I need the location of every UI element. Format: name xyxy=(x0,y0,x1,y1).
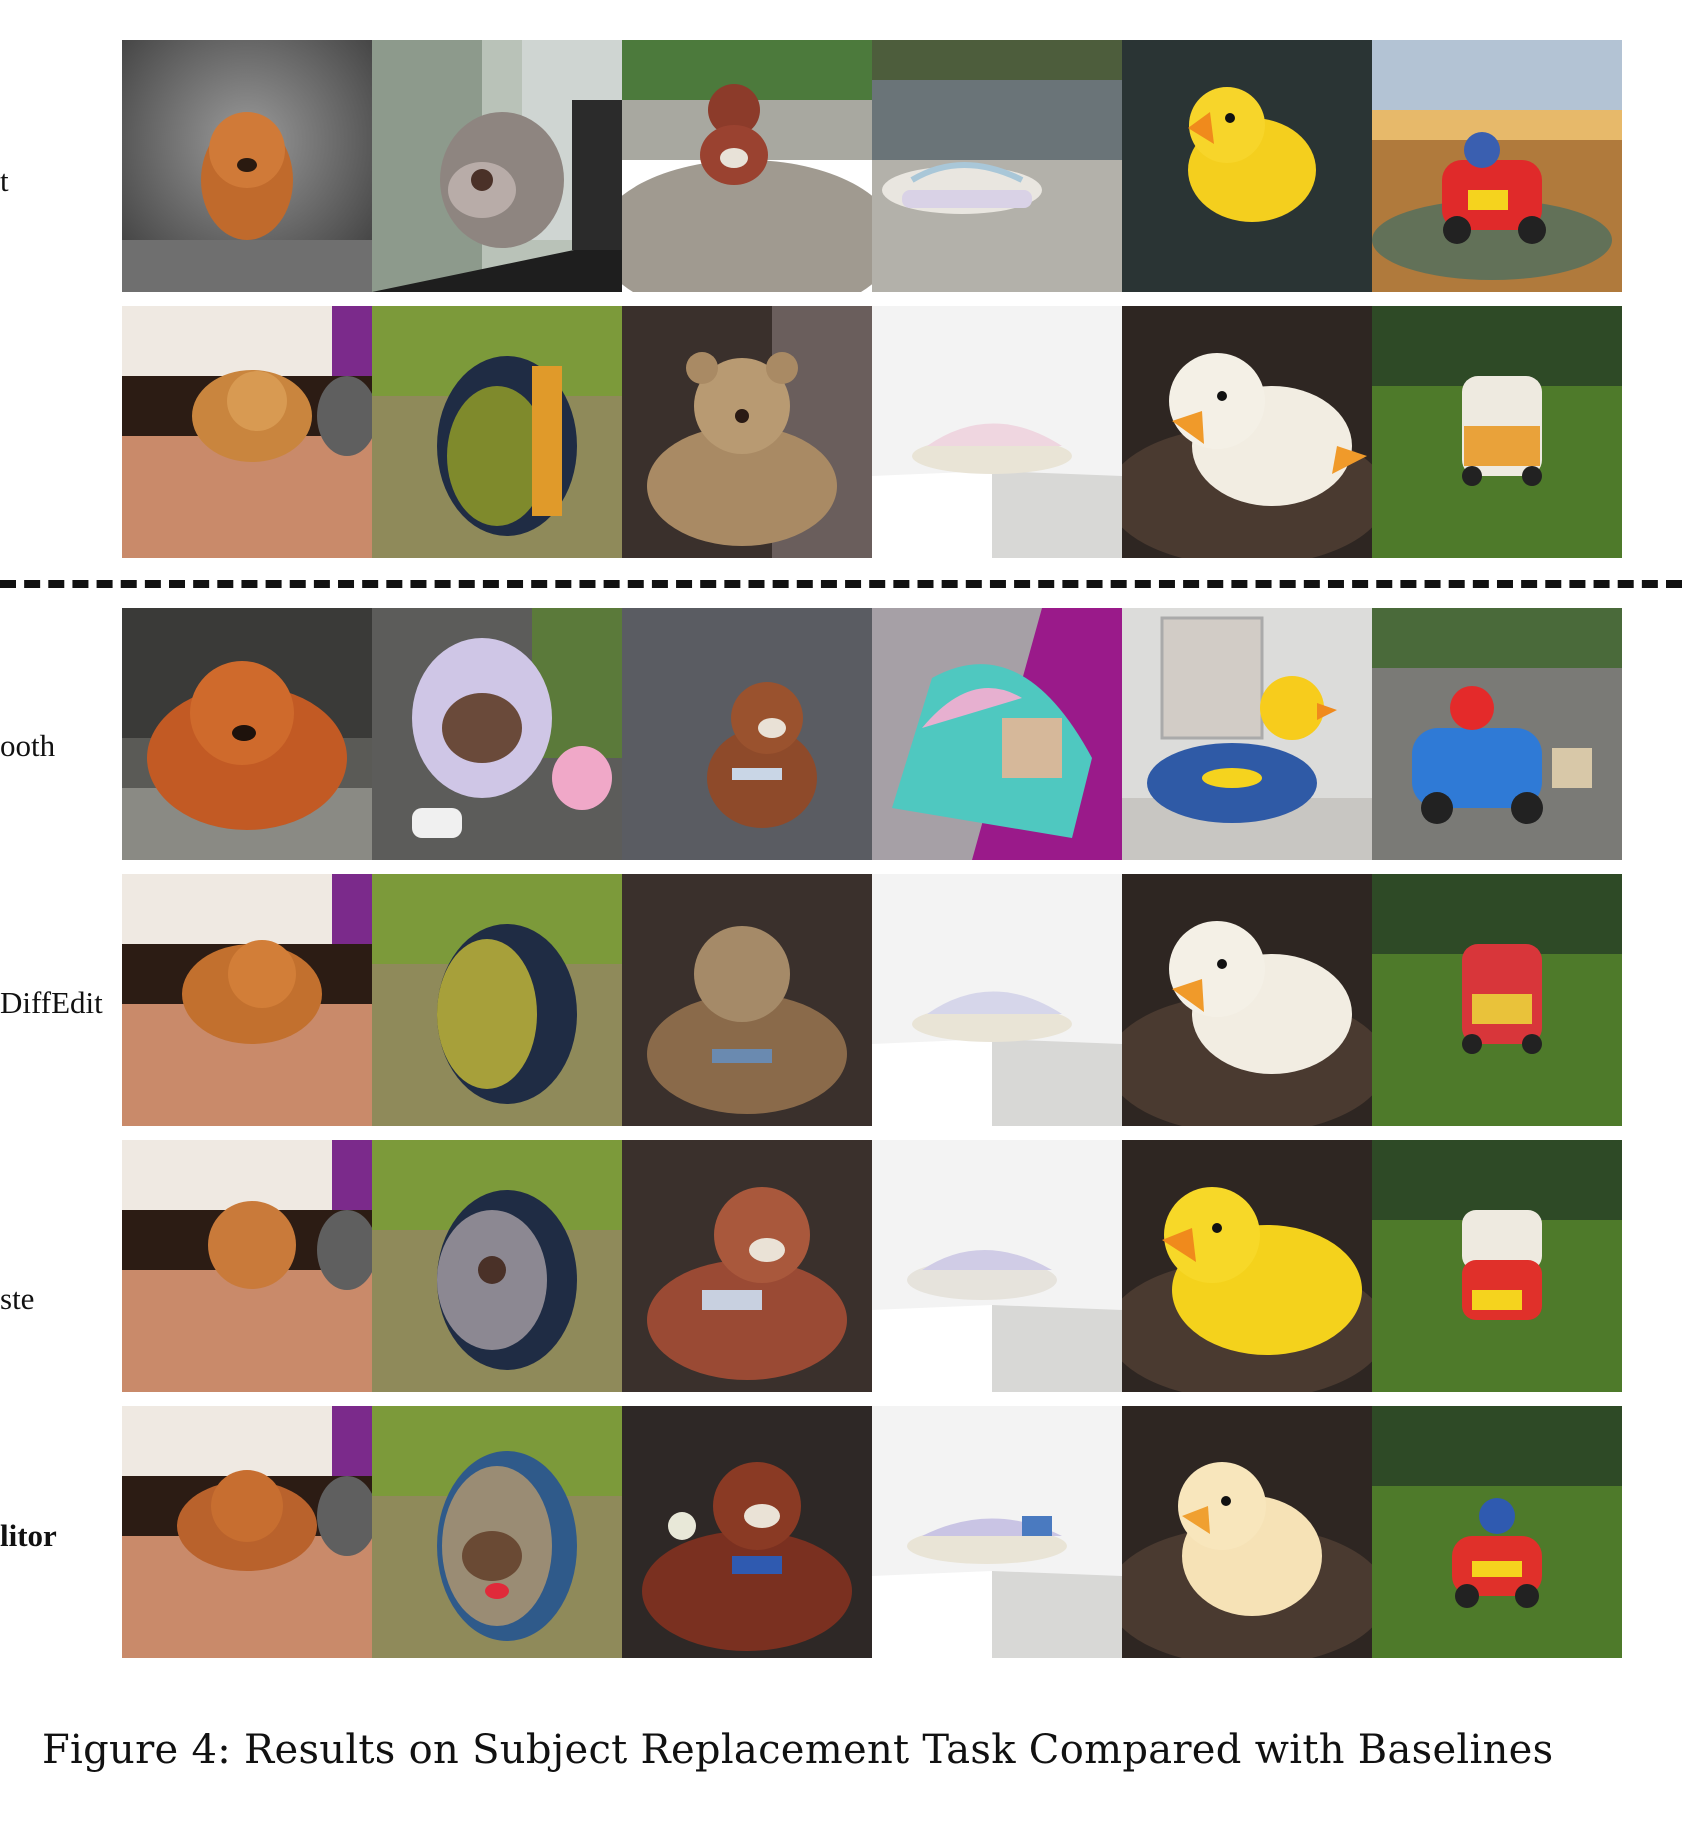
row-label-ours: litor xyxy=(0,1518,57,1553)
image-plush-duck xyxy=(1122,306,1372,558)
image-ours-toy-car xyxy=(1372,1406,1622,1658)
image-pbe-chow xyxy=(122,1140,372,1392)
image-de-toy-car xyxy=(1372,874,1622,1126)
figure-caption: Figure 4: Results on Subject Replacement… xyxy=(42,1727,1554,1773)
image-brown-teddy xyxy=(622,306,872,558)
image-db-backpack xyxy=(372,608,622,860)
row-label-1: t xyxy=(0,163,9,198)
image-db-toy-car xyxy=(1372,608,1622,860)
image-ours-chow xyxy=(122,1406,372,1658)
row-label-diffedit: DiffEdit xyxy=(0,985,103,1020)
image-rubber-duck-gravel xyxy=(1122,40,1372,292)
image-ours-backpack xyxy=(372,1406,622,1658)
image-de-duck xyxy=(1122,874,1372,1126)
image-pbe-sneaker xyxy=(872,1140,1122,1392)
image-chow-dog-walking xyxy=(122,40,372,292)
image-db-sneaker xyxy=(872,608,1122,860)
image-sneaker-lake xyxy=(872,40,1122,292)
image-ours-sneaker xyxy=(872,1406,1122,1658)
image-db-teddy xyxy=(622,608,872,860)
image-chow-puppy-couch xyxy=(122,306,372,558)
image-toy-car-sunset xyxy=(1372,40,1622,292)
section-divider xyxy=(0,580,1682,588)
row-label-dreambooth: ooth xyxy=(0,728,56,763)
row-label-paint-by-example: ste xyxy=(0,1281,35,1316)
image-pbe-duck xyxy=(1122,1140,1372,1392)
image-ours-teddy xyxy=(622,1406,872,1658)
image-de-chow xyxy=(122,874,372,1126)
image-de-sneaker xyxy=(872,874,1122,1126)
image-de-backpack xyxy=(372,874,622,1126)
image-pbe-backpack xyxy=(372,1140,622,1392)
image-dog-backpack-window xyxy=(372,40,622,292)
image-pbe-teddy xyxy=(622,1140,872,1392)
image-ours-duck xyxy=(1122,1406,1372,1658)
image-green-backpack-grass xyxy=(372,306,622,558)
image-db-duck xyxy=(1122,608,1372,860)
image-db-chow xyxy=(122,608,372,860)
image-teddy-on-rock xyxy=(622,40,872,292)
image-de-teddy xyxy=(622,874,872,1126)
image-pbe-toy-car xyxy=(1372,1140,1622,1392)
image-white-sneaker xyxy=(872,306,1122,558)
image-van-grass xyxy=(1372,306,1622,558)
